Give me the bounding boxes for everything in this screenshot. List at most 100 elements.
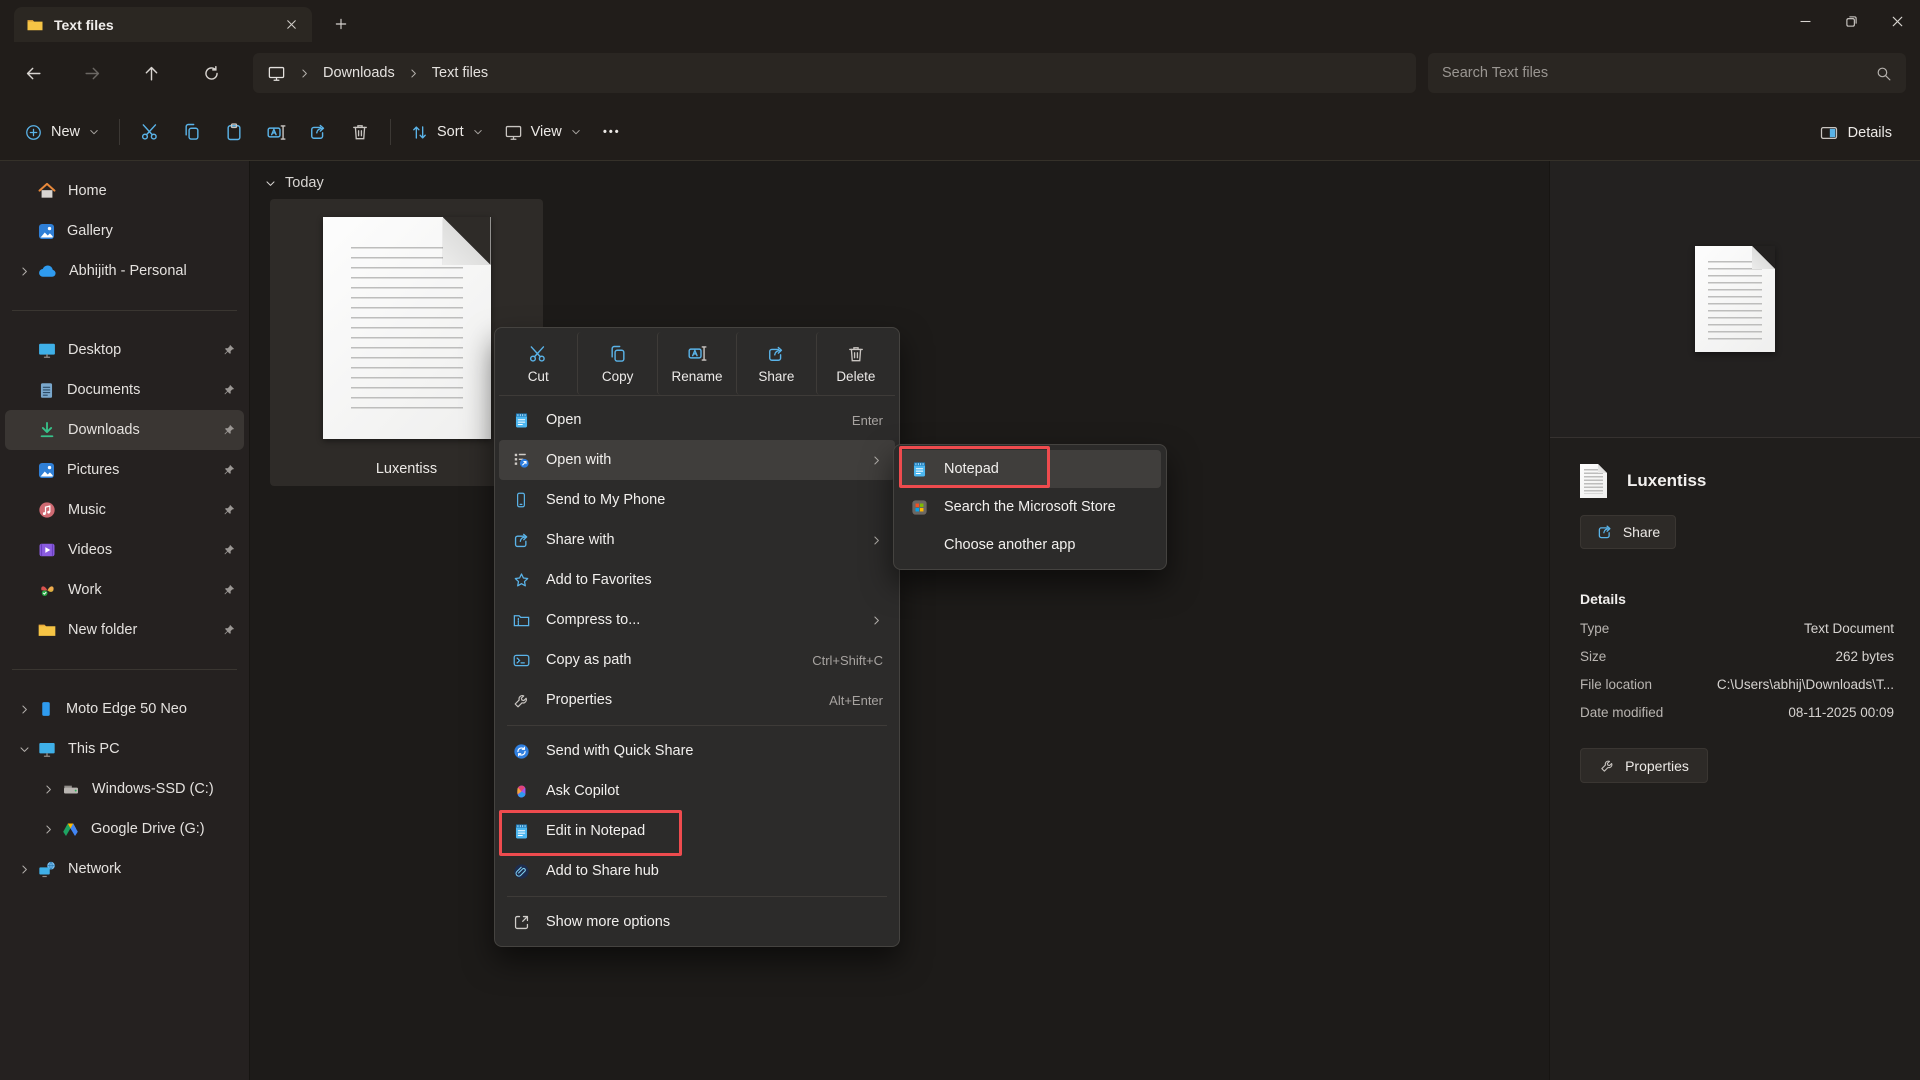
share-button-toolbar[interactable]	[297, 113, 339, 151]
sidebar-item-videos[interactable]: Videos	[5, 530, 244, 570]
shortcut-label: Ctrl+Shift+C	[812, 653, 883, 668]
submenu-item-notepad[interactable]: Notepad	[899, 450, 1161, 488]
sidebar-item-home[interactable]: Home	[5, 171, 244, 211]
breadcrumb[interactable]: Downloads Text files	[253, 53, 1416, 93]
explorer-tab[interactable]: Text files	[14, 7, 312, 42]
refresh-button[interactable]	[192, 54, 230, 92]
close-button[interactable]	[1874, 0, 1920, 42]
sidebar-item-pictures[interactable]: Pictures	[5, 450, 244, 490]
trash-icon	[350, 122, 370, 142]
copy-as-path-icon	[512, 651, 531, 670]
paste-button[interactable]	[213, 113, 255, 151]
open-with-icon	[512, 451, 531, 470]
breadcrumb-downloads[interactable]: Downloads	[323, 65, 395, 81]
videos-icon	[37, 540, 57, 560]
menu-item-send-to-my-phone[interactable]: Send to My Phone	[499, 480, 895, 520]
sidebar-item-windows-ssd[interactable]: Windows-SSD (C:)	[5, 769, 244, 809]
chevron-down-icon[interactable]	[18, 743, 31, 756]
file-preview	[1550, 161, 1920, 438]
group-header-today[interactable]: Today	[264, 175, 324, 191]
details-file-name: Luxentiss	[1627, 471, 1706, 491]
details-header: Details	[1580, 591, 1920, 607]
shortcut-label: Alt+Enter	[829, 693, 883, 708]
rename-button[interactable]	[255, 113, 297, 151]
pin-icon	[222, 423, 236, 437]
view-icon	[504, 123, 523, 142]
details-toggle-button[interactable]: Details	[1807, 114, 1904, 152]
sidebar-item-desktop[interactable]: Desktop	[5, 330, 244, 370]
pin-icon	[222, 343, 236, 357]
menu-item-show-more-options[interactable]: Show more options	[499, 902, 895, 942]
menu-item-open-with[interactable]: Open with	[499, 440, 895, 480]
notepad-icon	[910, 460, 929, 479]
plus-icon	[333, 16, 349, 32]
more-options-button[interactable]: •••	[592, 113, 632, 151]
menu-item-copy-as-path[interactable]: Copy as path Ctrl+Shift+C	[499, 640, 895, 680]
chevron-right-icon[interactable]	[18, 265, 31, 278]
drive-icon	[61, 779, 81, 799]
menu-item-open[interactable]: Open Enter	[499, 400, 895, 440]
downloads-icon	[37, 420, 57, 440]
search-input[interactable]	[1442, 65, 1875, 81]
sidebar-item-music[interactable]: Music	[5, 490, 244, 530]
share-icon	[1596, 523, 1614, 541]
sidebar-item-documents[interactable]: Documents	[5, 370, 244, 410]
pin-icon	[222, 623, 236, 637]
share-menu-button[interactable]: Share	[736, 332, 815, 395]
chevron-down-icon	[472, 126, 484, 138]
menu-item-properties[interactable]: Properties Alt+Enter	[499, 680, 895, 720]
group-label: Today	[285, 175, 324, 191]
new-button[interactable]: New	[14, 113, 110, 151]
submenu-item-choose-another-app[interactable]: Choose another app	[899, 526, 1161, 564]
cut-menu-button[interactable]: Cut	[499, 332, 577, 395]
chevron-right-icon[interactable]	[18, 863, 31, 876]
delete-menu-button[interactable]: Delete	[816, 332, 895, 395]
gallery-icon	[37, 222, 56, 241]
search-icon[interactable]	[1875, 65, 1892, 82]
menu-item-compress-to[interactable]: Compress to...	[499, 600, 895, 640]
menu-item-add-to-favorites[interactable]: Add to Favorites	[499, 560, 895, 600]
menu-item-share-with[interactable]: Share with	[499, 520, 895, 560]
menu-item-edit-in-notepad[interactable]: Edit in Notepad	[499, 811, 895, 851]
delete-button[interactable]	[339, 113, 381, 151]
chevron-right-icon[interactable]	[42, 783, 55, 796]
sidebar-item-new-folder[interactable]: New folder	[5, 610, 244, 650]
minimize-button[interactable]	[1782, 0, 1828, 42]
sidebar-item-google-drive[interactable]: Google Drive (G:)	[5, 809, 244, 849]
up-button[interactable]	[132, 54, 170, 92]
detail-row-modified: Date modified 08-11-2025 00:09	[1580, 699, 1894, 727]
sidebar-item-network[interactable]: Network	[5, 849, 244, 889]
properties-button[interactable]: Properties	[1580, 748, 1708, 783]
sort-button[interactable]: Sort	[400, 113, 494, 151]
rename-menu-button[interactable]: Rename	[657, 332, 736, 395]
breadcrumb-text-files[interactable]: Text files	[432, 65, 488, 81]
new-tab-button[interactable]	[326, 10, 356, 38]
copy-menu-button[interactable]: Copy	[577, 332, 656, 395]
sidebar-item-work[interactable]: Work	[5, 570, 244, 610]
chevron-right-icon[interactable]	[42, 823, 55, 836]
sidebar-item-downloads[interactable]: Downloads	[5, 410, 244, 450]
sidebar-item-onedrive[interactable]: Abhijith - Personal	[5, 251, 244, 291]
toolbar-divider	[119, 119, 120, 145]
forward-button[interactable]	[73, 54, 111, 92]
chevron-right-icon[interactable]	[18, 703, 31, 716]
search-box[interactable]	[1428, 53, 1906, 93]
menu-item-add-to-share-hub[interactable]: Add to Share hub	[499, 851, 895, 891]
menu-item-send-with-quick-share[interactable]: Send with Quick Share	[499, 731, 895, 771]
sidebar-item-moto-edge[interactable]: Moto Edge 50 Neo	[5, 689, 244, 729]
maximize-button[interactable]	[1828, 0, 1874, 42]
view-button[interactable]: View	[494, 113, 592, 151]
sidebar-item-gallery[interactable]: Gallery	[5, 211, 244, 251]
chevron-down-icon[interactable]	[264, 177, 277, 190]
menu-item-ask-copilot[interactable]: Ask Copilot	[499, 771, 895, 811]
tab-close-icon[interactable]	[278, 12, 304, 38]
this-pc-icon[interactable]	[267, 64, 286, 83]
share-icon	[766, 344, 786, 364]
share-button[interactable]: Share	[1580, 515, 1676, 549]
submenu-item-search-microsoft-store[interactable]: Search the Microsoft Store	[899, 488, 1161, 526]
cut-button[interactable]	[129, 113, 171, 151]
back-button[interactable]	[14, 54, 52, 92]
copy-button[interactable]	[171, 113, 213, 151]
sidebar-item-this-pc[interactable]: This PC	[5, 729, 244, 769]
cut-icon	[528, 344, 548, 364]
